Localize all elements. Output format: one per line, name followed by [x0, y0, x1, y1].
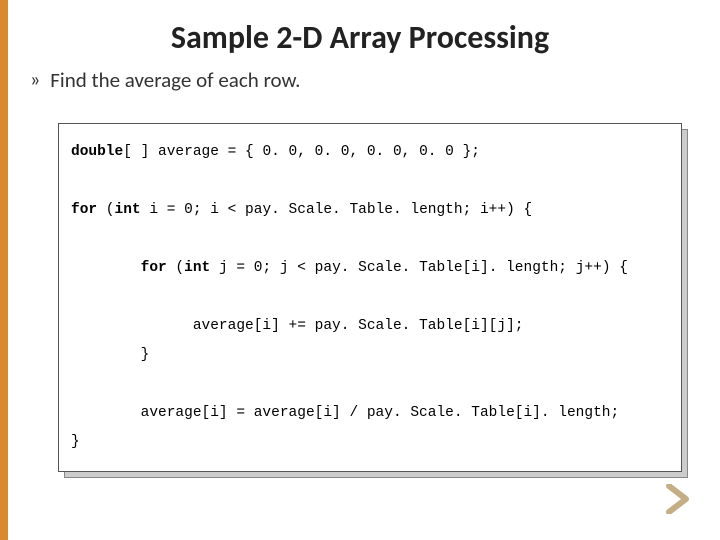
slide: Sample 2-D Array Processing » Find the a…: [0, 0, 720, 540]
bullet-item: » Find the average of each row.: [30, 67, 692, 93]
bullet-glyph-icon: »: [30, 70, 40, 90]
kw-double: double: [71, 144, 123, 160]
bullet-text: Find the average of each row.: [50, 67, 300, 93]
kw-int-2: int: [184, 260, 210, 276]
code-l1b: [ ] average = { 0. 0, 0. 0, 0. 0, 0. 0 }…: [123, 144, 480, 160]
next-icon[interactable]: [666, 484, 692, 514]
code-l2d: i = 0; i < pay. Scale. Table. length; i+…: [141, 202, 533, 218]
code-l6: average[i] = average[i] / pay. Scale. Ta…: [71, 405, 619, 421]
code-l4: average[i] += pay. Scale. Table[i][j];: [71, 318, 523, 334]
code-l3d: j = 0; j < pay. Scale. Table[i]. length;…: [210, 260, 628, 276]
code-box: double[ ] average = { 0. 0, 0. 0, 0. 0, …: [58, 123, 682, 472]
code-l7: }: [71, 434, 80, 450]
code-l3b: (: [167, 260, 184, 276]
code-block: double[ ] average = { 0. 0, 0. 0, 0. 0, …: [58, 123, 682, 472]
code-l3pad: [71, 260, 141, 276]
kw-for-2: for: [141, 260, 167, 276]
slide-title: Sample 2-D Array Processing: [28, 18, 692, 57]
kw-for-1: for: [71, 202, 97, 218]
code-l5: }: [71, 347, 149, 363]
kw-int-1: int: [115, 202, 141, 218]
code-l2b: (: [97, 202, 114, 218]
